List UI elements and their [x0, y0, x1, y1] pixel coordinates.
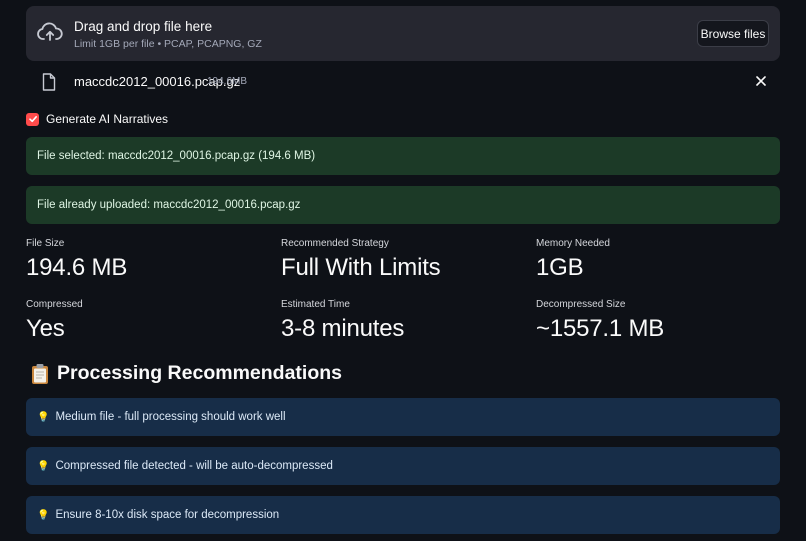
cloud-upload-icon — [37, 20, 63, 44]
metric-value: 1GB — [536, 254, 584, 281]
metric-label: Compressed — [26, 299, 83, 310]
file-uploaded-text: File already uploaded: maccdc2012_00016.… — [37, 199, 301, 211]
uploaded-file-row: maccdc2012_00016.pcap.gz 194.6MB — [26, 68, 780, 96]
metric-label: Recommended Strategy — [281, 238, 389, 249]
recommendation-item: 💡 Compressed file detected - will be aut… — [26, 447, 780, 485]
metric-decompressed-size: Decompressed Size ~1557.1 MB — [536, 299, 786, 343]
lightbulb-icon: 💡 — [37, 460, 50, 472]
recommendation-item: 💡 Ensure 8-10x disk space for decompress… — [26, 496, 780, 534]
file-icon — [42, 73, 56, 91]
metric-file-size: File Size 194.6 MB — [26, 238, 276, 282]
metric-label: Memory Needed — [536, 238, 610, 249]
metric-label: Estimated Time — [281, 299, 350, 310]
metric-label: Decompressed Size — [536, 299, 626, 310]
metric-value: 3-8 minutes — [281, 315, 405, 342]
recommendation-item: 💡 Medium file - full processing should w… — [26, 398, 780, 436]
metric-estimated-time: Estimated Time 3-8 minutes — [281, 299, 531, 343]
check-icon — [28, 116, 37, 123]
metric-value: ~1557.1 MB — [536, 315, 665, 342]
section-title-text: Processing Recommendations — [57, 362, 342, 384]
file-selected-text: File selected: maccdc2012_00016.pcap.gz … — [37, 150, 316, 162]
metric-recommended-strategy: Recommended Strategy Full With Limits — [281, 238, 531, 282]
metric-compressed: Compressed Yes — [26, 299, 276, 343]
metric-value: Full With Limits — [281, 254, 441, 281]
uploaded-file-size: 194.6MB — [207, 76, 248, 87]
metric-memory-needed: Memory Needed 1GB — [536, 238, 786, 282]
recommendation-text: Medium file - full processing should wor… — [55, 411, 286, 423]
browse-files-button[interactable]: Browse files — [697, 20, 769, 47]
lightbulb-icon: 💡 — [37, 411, 50, 423]
file-dropzone[interactable]: Drag and drop file here Limit 1GB per fi… — [26, 6, 780, 61]
page: Drag and drop file here Limit 1GB per fi… — [0, 0, 806, 541]
metric-label: File Size — [26, 238, 65, 249]
metric-value: Yes — [26, 315, 65, 342]
clipboard-icon — [31, 363, 49, 385]
metric-value: 194.6 MB — [26, 254, 128, 281]
processing-recommendations-heading: Processing Recommendations — [31, 362, 342, 385]
generate-ai-narratives-option[interactable]: Generate AI Narratives — [26, 110, 168, 128]
file-uploaded-alert: File already uploaded: maccdc2012_00016.… — [26, 186, 780, 224]
checkbox-label: Generate AI Narratives — [46, 112, 169, 126]
lightbulb-icon: 💡 — [37, 509, 50, 521]
recommendation-text: Ensure 8-10x disk space for decompressio… — [55, 509, 280, 521]
recommendation-text: Compressed file detected - will be auto-… — [55, 460, 333, 472]
close-icon[interactable] — [754, 74, 768, 88]
file-selected-alert: File selected: maccdc2012_00016.pcap.gz … — [26, 137, 780, 175]
generate-ai-narratives-checkbox[interactable] — [26, 112, 39, 126]
dropzone-title: Drag and drop file here — [74, 19, 213, 34]
dropzone-limit-text: Limit 1GB per file • PCAP, PCAPNG, GZ — [74, 38, 262, 50]
